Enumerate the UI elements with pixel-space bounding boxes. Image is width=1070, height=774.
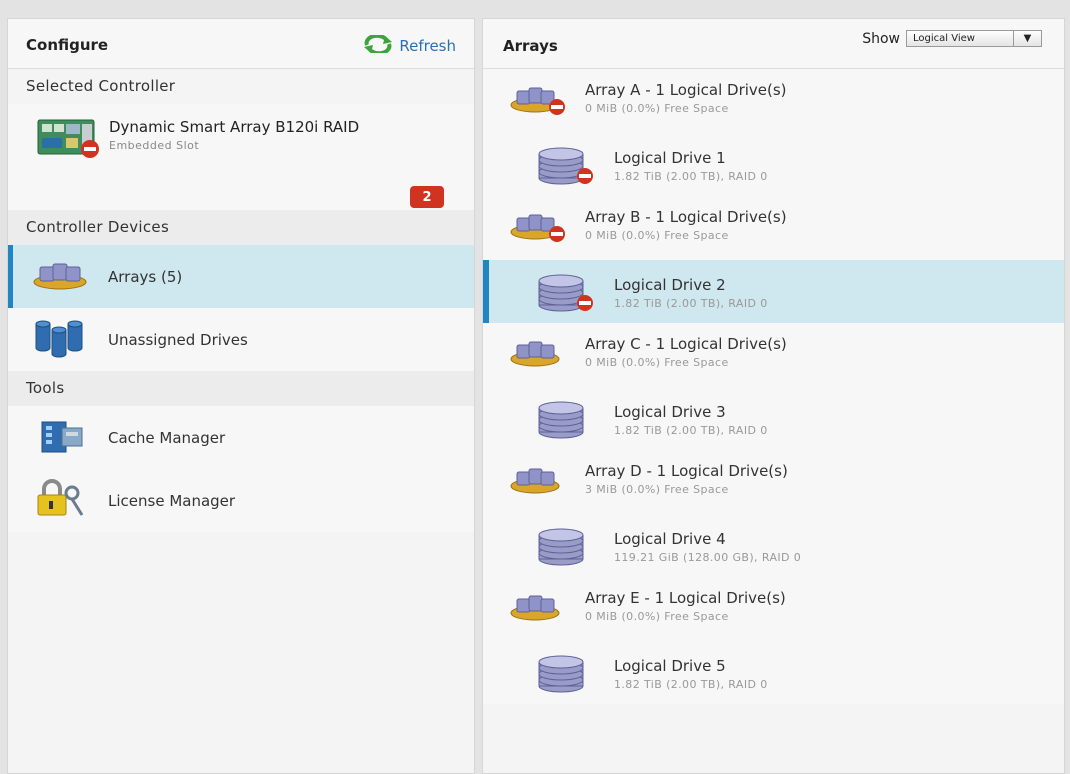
nav-item-arrays[interactable]: Arrays (5) bbox=[8, 245, 474, 308]
arrays-panel: Arrays Show Logical View ▼ Array A - 1 L… bbox=[482, 18, 1065, 774]
logical-drive-details: 119.21 GiB (128.00 GB), RAID 0 bbox=[614, 550, 802, 564]
array-free-space: 0 MiB (0.0%) Free Space bbox=[585, 102, 729, 115]
array-row[interactable]: Array C - 1 Logical Drive(s) 0 MiB (0.0%)… bbox=[483, 323, 1064, 387]
array-row[interactable]: Array E - 1 Logical Drive(s) 0 MiB (0.0%)… bbox=[483, 577, 1064, 641]
controller-item[interactable]: Dynamic Smart Array B120i RAID Embedded … bbox=[8, 104, 474, 210]
array-icon bbox=[32, 260, 88, 294]
array-row[interactable]: Array B - 1 Logical Drive(s) 0 MiB (0.0%)… bbox=[483, 196, 1064, 260]
nav-item-label: Unassigned Drives bbox=[108, 330, 248, 349]
view-select-value: Logical View bbox=[913, 33, 975, 44]
array-row[interactable]: Array A - 1 Logical Drive(s) 0 MiB (0.0%)… bbox=[483, 69, 1064, 133]
nav-item-license-manager[interactable]: License Manager bbox=[8, 469, 474, 532]
arrays-title: Arrays bbox=[503, 37, 558, 55]
logical-drive-details: 1.82 TiB (2.00 TB), RAID 0 bbox=[614, 169, 768, 183]
logical-drive-details: 1.82 TiB (2.00 TB), RAID 0 bbox=[614, 423, 768, 437]
array-name: Array E - 1 Logical Drive(s) bbox=[585, 589, 786, 607]
array-name: Array D - 1 Logical Drive(s) bbox=[585, 462, 788, 480]
refresh-label: Refresh bbox=[399, 37, 456, 55]
logical-drive-details: 1.82 TiB (2.00 TB), RAID 0 bbox=[614, 296, 768, 310]
logical-drive-name: Logical Drive 1 bbox=[614, 148, 726, 167]
array-row[interactable]: Array D - 1 Logical Drive(s) 3 MiB (0.0%)… bbox=[483, 450, 1064, 514]
controller-devices-heading: Controller Devices bbox=[8, 210, 474, 245]
logical-drive-name: Logical Drive 2 bbox=[614, 275, 726, 294]
array-free-space: 3 MiB (0.0%) Free Space bbox=[585, 483, 729, 496]
array-name: Array A - 1 Logical Drive(s) bbox=[585, 81, 787, 99]
logical-drive-row[interactable]: Logical Drive 4 119.21 GiB (128.00 GB), R… bbox=[483, 514, 1064, 578]
logical-drive-row[interactable]: Logical Drive 3 1.82 TiB (2.00 TB), RAID … bbox=[483, 387, 1064, 451]
logical-drive-icon bbox=[537, 527, 597, 571]
tools-heading: Tools bbox=[8, 371, 474, 406]
array-icon bbox=[509, 466, 567, 500]
chevron-down-icon[interactable]: ▼ bbox=[1013, 31, 1041, 46]
nav-item-cache-manager[interactable]: Cache Manager bbox=[8, 406, 474, 469]
arrays-tree: Array A - 1 Logical Drive(s) 0 MiB (0.0%)… bbox=[483, 69, 1064, 704]
logical-drive-row[interactable]: Logical Drive 2 1.82 TiB (2.00 TB), RAID … bbox=[483, 259, 1064, 323]
refresh-icon bbox=[363, 33, 393, 57]
array-free-space: 0 MiB (0.0%) Free Space bbox=[585, 229, 729, 242]
show-label: Show bbox=[862, 30, 900, 47]
logical-drive-name: Logical Drive 5 bbox=[614, 656, 726, 675]
nav-item-unassigned-drives[interactable]: Unassigned Drives bbox=[8, 308, 474, 371]
configure-title: Configure bbox=[26, 36, 109, 54]
arrays-header: Arrays Show Logical View ▼ bbox=[483, 19, 1064, 69]
nav-item-label: License Manager bbox=[108, 491, 236, 510]
nav-item-label: Arrays (5) bbox=[108, 267, 183, 286]
logical-drive-name: Logical Drive 3 bbox=[614, 402, 726, 421]
array-name: Array C - 1 Logical Drive(s) bbox=[585, 335, 787, 353]
logical-drive-row[interactable]: Logical Drive 1 1.82 TiB (2.00 TB), RAID … bbox=[483, 133, 1064, 197]
logical-drive-icon bbox=[537, 273, 597, 317]
license-manager-icon bbox=[32, 478, 88, 523]
logical-drive-details: 1.82 TiB (2.00 TB), RAID 0 bbox=[614, 677, 768, 691]
refresh-button[interactable]: Refresh bbox=[363, 33, 456, 57]
selected-controller-heading: Selected Controller bbox=[8, 69, 474, 104]
array-icon bbox=[509, 339, 567, 373]
controller-slot: Embedded Slot bbox=[109, 139, 200, 152]
configure-panel: Configure Refresh Selected Controller Dy… bbox=[7, 18, 475, 774]
logical-drive-icon bbox=[537, 654, 597, 698]
logical-drive-name: Logical Drive 4 bbox=[614, 529, 726, 548]
view-select[interactable]: Logical View ▼ bbox=[906, 30, 1042, 47]
array-free-space: 0 MiB (0.0%) Free Space bbox=[585, 356, 729, 369]
controller-alert-badge[interactable]: 2 bbox=[410, 186, 444, 208]
cache-manager-icon bbox=[32, 416, 88, 460]
logical-drive-icon bbox=[537, 146, 597, 190]
unassigned-drives-icon bbox=[32, 318, 88, 362]
array-icon bbox=[509, 593, 567, 627]
array-icon bbox=[509, 212, 567, 246]
logical-drive-icon bbox=[537, 400, 597, 444]
view-selector: Show Logical View ▼ bbox=[862, 30, 1042, 47]
array-free-space: 0 MiB (0.0%) Free Space bbox=[585, 610, 729, 623]
controller-icon bbox=[36, 116, 100, 162]
logical-drive-row[interactable]: Logical Drive 5 1.82 TiB (2.00 TB), RAID … bbox=[483, 641, 1064, 705]
configure-header: Configure Refresh bbox=[8, 19, 474, 69]
array-name: Array B - 1 Logical Drive(s) bbox=[585, 208, 787, 226]
controller-name: Dynamic Smart Array B120i RAID bbox=[109, 118, 360, 136]
nav-item-label: Cache Manager bbox=[108, 428, 226, 447]
array-icon bbox=[509, 85, 567, 119]
